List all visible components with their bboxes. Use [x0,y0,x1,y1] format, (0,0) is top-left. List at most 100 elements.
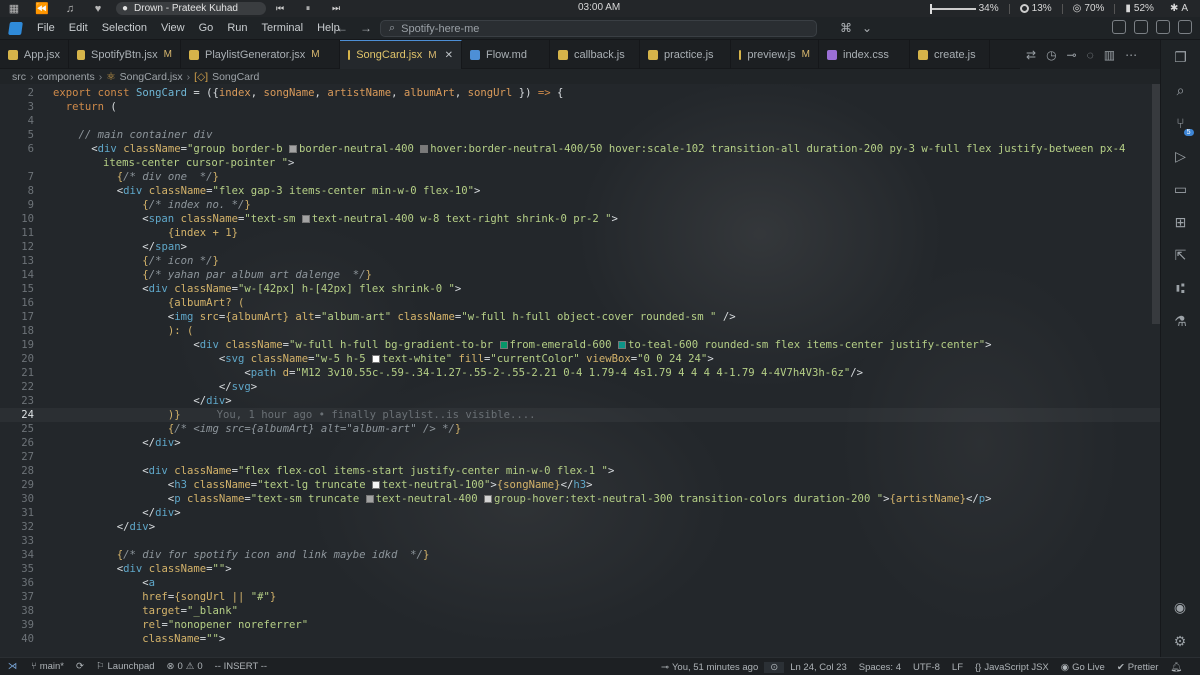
heart-icon[interactable]: ♥ [84,3,112,15]
line-ending[interactable]: LF [946,662,969,673]
menu-selection[interactable]: Selection [95,22,154,34]
git-commit-icon: ⊸ [661,661,669,673]
menu-view[interactable]: View [154,22,192,34]
breadcrumb: src › components › ⚛ SongCard.jsx › [◇] … [0,69,1160,84]
menu-file[interactable]: File [30,22,62,34]
tab-index-css[interactable]: index.css [819,40,910,69]
now-playing[interactable]: ● Drown - Prateek Kuhad [116,2,266,15]
battery-status[interactable]: ▮ 52% [1119,3,1160,14]
prettier-label: Prettier [1127,661,1159,673]
breadcrumb-file[interactable]: SongCard.jsx [120,71,183,83]
forward-arrow-icon[interactable]: → [360,21,372,35]
language-mode[interactable]: {} JavaScript JSX [969,662,1055,673]
modified-indicator: M [163,49,172,60]
error-icon: ⊗ [166,661,175,672]
tab-playlistgenerator-jsx[interactable]: PlaylistGenerator.jsx M [181,40,340,69]
network-status[interactable]: ◎ 70% [1067,3,1111,14]
back-arrow-icon[interactable]: ← [336,21,348,35]
menu-edit[interactable]: Edit [62,22,95,34]
scm-badge: 5 [1183,129,1194,136]
breadcrumb-src[interactable]: src [12,71,26,83]
extensions-icon[interactable]: ⊞ [1170,211,1192,233]
toggle-secondary-sidebar-icon[interactable] [1156,20,1170,34]
launchpad-status[interactable]: ⚐ Launchpad [90,661,161,672]
status-bar: ⋊ ⑂ main* ⟳ ⚐ Launchpad ⊗ 0 ⚠ 0 -- INSER… [0,657,1200,675]
menu-run[interactable]: Run [220,22,254,34]
remote-explorer-icon[interactable]: ▭ [1170,178,1192,200]
menu-terminal[interactable]: Terminal [255,22,311,34]
tab-label: SpotifyBtn.jsx [91,48,158,61]
cursor-position[interactable]: Ln 24, Col 23 [784,662,853,673]
customize-layout-icon[interactable] [1178,20,1192,34]
tab-create-js[interactable]: create.js [910,40,990,69]
tab-flow-md[interactable]: Flow.md [462,40,550,69]
previous-icon[interactable]: ⏮ [266,3,294,14]
react-file-icon: ⚛ [106,70,116,83]
next-icon[interactable]: ⏭ [322,3,350,14]
code-line: 32 </div> [21,521,156,533]
open-changes-icon[interactable]: ◌ [1087,48,1094,62]
chevron-down-icon[interactable]: ⌄ [862,21,872,35]
encoding[interactable]: UTF-8 [907,662,946,673]
go-live-label: Go Live [1072,661,1105,673]
bluetooth-icon[interactable]: ✱ [1170,3,1178,14]
tab-songcard-jsx[interactable]: SongCard.jsx M ✕ [340,40,462,69]
spotify-icon: ● [122,3,129,14]
tab-label: preview.js [747,48,796,61]
keyboard-layout[interactable]: ✱ A [1164,3,1194,14]
go-live-button[interactable]: ◉ Go Live [1055,662,1111,673]
testing-icon[interactable]: ⚗ [1170,310,1192,332]
menu-go[interactable]: Go [192,22,221,34]
tab-preview-js[interactable]: preview.js M [731,40,819,69]
timeline-icon[interactable]: ◷ [1046,48,1056,62]
clock[interactable]: 03:00 AM [578,2,620,13]
toggle-sidebar-icon[interactable] [1112,20,1126,34]
indentation[interactable]: Spaces: 4 [853,662,907,673]
remote-indicator-icon[interactable]: ⋊ [0,658,25,675]
git-commit-icon[interactable]: ⊸ [1067,48,1077,62]
tab-spotifybtn-jsx[interactable]: SpotifyBtn.jsx M [69,40,181,69]
close-icon[interactable]: ✕ [445,50,453,61]
sync-icon[interactable]: ⟳ [70,661,90,672]
app-grid-icon[interactable]: ▦ [0,2,28,15]
command-center-search[interactable]: ⌕ Spotify-here-me [380,20,817,37]
volume-control[interactable]: 34% [924,3,1005,14]
breadcrumb-components[interactable]: components [38,71,95,83]
toggle-panel-icon[interactable] [1134,20,1148,34]
git-graph-icon[interactable]: ⑆ [1170,277,1192,299]
more-actions-icon[interactable]: ⋯ [1125,48,1137,62]
tab-app-jsx[interactable]: App.jsx [0,40,69,69]
pause-icon[interactable]: ⏸ [294,3,322,14]
title-bar: File Edit Selection View Go Run Terminal… [0,17,1200,40]
tab-practice-js[interactable]: practice.js [640,40,731,69]
breadcrumb-symbol[interactable]: SongCard [212,71,259,83]
volume-slider[interactable] [929,3,976,14]
tab-callback-js[interactable]: callback.js [550,40,640,69]
run-debug-icon[interactable]: ▷ [1170,145,1192,167]
search-icon[interactable]: ⌕ [1170,79,1192,101]
split-editor-icon[interactable]: ▥ [1104,48,1115,62]
notifications-icon[interactable]: 🔔︎ [1164,662,1188,673]
explorer-icon[interactable]: ❐ [1170,46,1192,68]
copilot-icon[interactable]: ⌘ [840,21,852,35]
git-blame-status[interactable]: ⊸ You, 51 minutes ago [655,662,764,673]
code-editor[interactable]: 2 export const SongCard = ({index, songNa… [0,84,1160,657]
music-icon[interactable]: ♫ [56,3,84,15]
prettier-status[interactable]: ✔ Prettier [1111,662,1165,673]
rewind-icon[interactable]: ⏪ [28,2,56,15]
symbol-icon: [◇] [194,70,209,83]
compare-changes-icon[interactable]: ⇄ [1026,48,1036,62]
error-count: 0 [177,661,183,672]
double-check-icon: ✔ [1116,661,1125,673]
gear-icon[interactable]: ⚙ [1169,630,1191,652]
account-icon[interactable]: ◉ [1169,596,1191,618]
code-line: 6 <div className="group border-b border-… [27,143,1126,155]
media-player: ● Drown - Prateek Kuhad ⏮ ⏸ ⏭ [116,2,350,15]
problems-status[interactable]: ⊗ 0 ⚠ 0 [161,661,209,672]
branch-status[interactable]: ⑂ main* [25,661,70,672]
live-share-icon[interactable]: ⇱ [1170,244,1192,266]
brightness-control[interactable]: 13% [1014,3,1058,14]
js-file-icon [558,49,568,60]
zoom-icon[interactable]: ⊙ [764,661,785,673]
source-control-icon[interactable]: ⑂ 5 [1170,112,1194,136]
